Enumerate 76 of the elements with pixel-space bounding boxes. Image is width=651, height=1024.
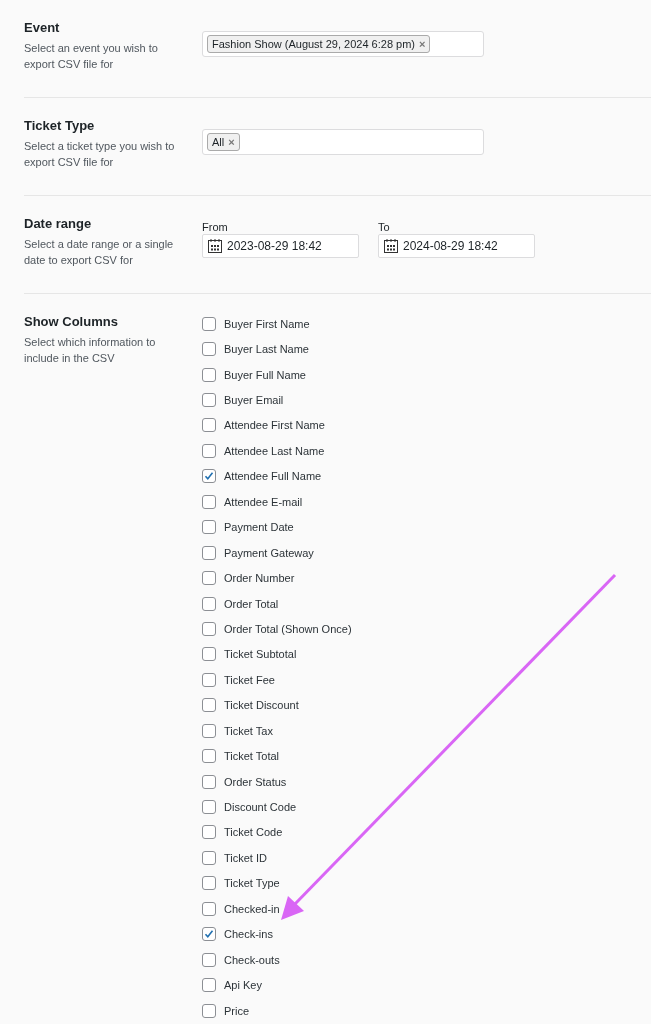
remove-tag-button[interactable]: ×: [419, 38, 426, 50]
date-label: From: [202, 221, 229, 233]
checkbox[interactable]: [202, 571, 216, 586]
checkbox-label: Attendee E-mail: [224, 495, 303, 508]
section-title: Event: [24, 20, 61, 35]
selected-tag: Fashion Show (August 29, 2024 6:28 pm) ×: [207, 35, 431, 53]
checkbox-label: Check-ins: [224, 928, 273, 941]
section-description: Select which information to include in the CSV: [24, 335, 157, 366]
checkbox-label: Attendee First Name: [224, 419, 325, 432]
checkbox[interactable]: [202, 825, 216, 840]
checkbox[interactable]: [202, 393, 216, 408]
checkbox[interactable]: [202, 850, 216, 865]
selected-tag: All ×: [207, 133, 240, 151]
checkbox[interactable]: [202, 621, 216, 636]
date-label: To: [378, 221, 391, 233]
date-field[interactable]: 2023-08-29 18:42: [202, 234, 359, 258]
checkbox-label: Ticket ID: [224, 851, 267, 864]
checkbox-label: Attendee Last Name: [224, 444, 325, 457]
select-field[interactable]: All ×: [202, 129, 484, 155]
checkbox-label: Payment Gateway: [224, 546, 314, 559]
checkbox-label: Check-outs: [224, 953, 280, 966]
checkbox[interactable]: [202, 443, 216, 458]
checkbox-label: Attendee Full Name: [224, 470, 322, 483]
select-field[interactable]: Fashion Show (August 29, 2024 6:28 pm) ×: [202, 31, 484, 57]
checkbox-label: Payment Date: [224, 521, 294, 534]
checkbox-label: Ticket Discount: [224, 699, 299, 712]
checkbox-label: Order Status: [224, 775, 287, 788]
checkbox[interactable]: [202, 774, 216, 789]
section-title: Ticket Type: [24, 118, 96, 133]
checkbox[interactable]: [202, 596, 216, 611]
checkbox[interactable]: [202, 1003, 216, 1018]
section-description: Select a ticket type you wish to export CSV file for: [24, 139, 176, 170]
checkbox[interactable]: [202, 749, 216, 764]
checkbox-label: Checked-in: [224, 902, 280, 915]
checkbox[interactable]: [202, 367, 216, 382]
checkbox[interactable]: [202, 723, 216, 738]
checkbox[interactable]: [202, 316, 216, 331]
checkbox-label: Order Number: [224, 572, 295, 585]
checkbox[interactable]: [202, 469, 216, 484]
section-title: Date range: [24, 216, 93, 231]
checkbox-label: Api Key: [224, 979, 262, 992]
checkbox[interactable]: [202, 494, 216, 509]
remove-tag-button[interactable]: ×: [228, 136, 235, 148]
checkbox-label: Buyer Last Name: [224, 343, 309, 356]
checkbox-label: Buyer Full Name: [224, 368, 306, 381]
checkbox-label: Ticket Code: [224, 826, 283, 839]
checkbox-label: Ticket Fee: [224, 673, 275, 686]
checkbox-label: Ticket Total: [224, 750, 280, 763]
checkbox-label: Order Total: [224, 597, 279, 610]
checkbox[interactable]: [202, 952, 216, 967]
checkbox-label: Buyer Email: [224, 394, 284, 407]
checkbox[interactable]: [202, 876, 216, 891]
checkbox[interactable]: [202, 342, 216, 357]
checkbox[interactable]: [202, 418, 216, 433]
checkbox[interactable]: [202, 520, 216, 535]
checkbox-label: Discount Code: [224, 801, 297, 814]
checkbox[interactable]: [202, 978, 216, 993]
checkbox[interactable]: [202, 927, 216, 942]
checkbox[interactable]: [202, 800, 216, 815]
checkbox-label: Buyer First Name: [224, 317, 310, 330]
checkbox-label: Ticket Type: [224, 877, 280, 890]
section-description: Select a date range or a single date to export CSV for: [24, 237, 175, 268]
calendar-icon: [383, 238, 399, 254]
date-field[interactable]: 2024-08-29 18:42: [378, 234, 535, 258]
checkbox-label: Order Total (Shown Once): [224, 622, 352, 635]
checkbox[interactable]: [202, 672, 216, 687]
checkbox[interactable]: [202, 647, 216, 662]
checkbox[interactable]: [202, 901, 216, 916]
section-title: Show Columns: [24, 314, 119, 329]
checkbox[interactable]: [202, 698, 216, 713]
checkbox-label: Ticket Tax: [224, 724, 273, 737]
checkbox-label: Ticket Subtotal: [224, 648, 297, 661]
checkbox[interactable]: [202, 545, 216, 560]
calendar-icon: [207, 238, 223, 254]
checkbox-label: Price: [224, 1004, 250, 1017]
section-description: Select an event you wish to export CSV file for: [24, 41, 159, 72]
